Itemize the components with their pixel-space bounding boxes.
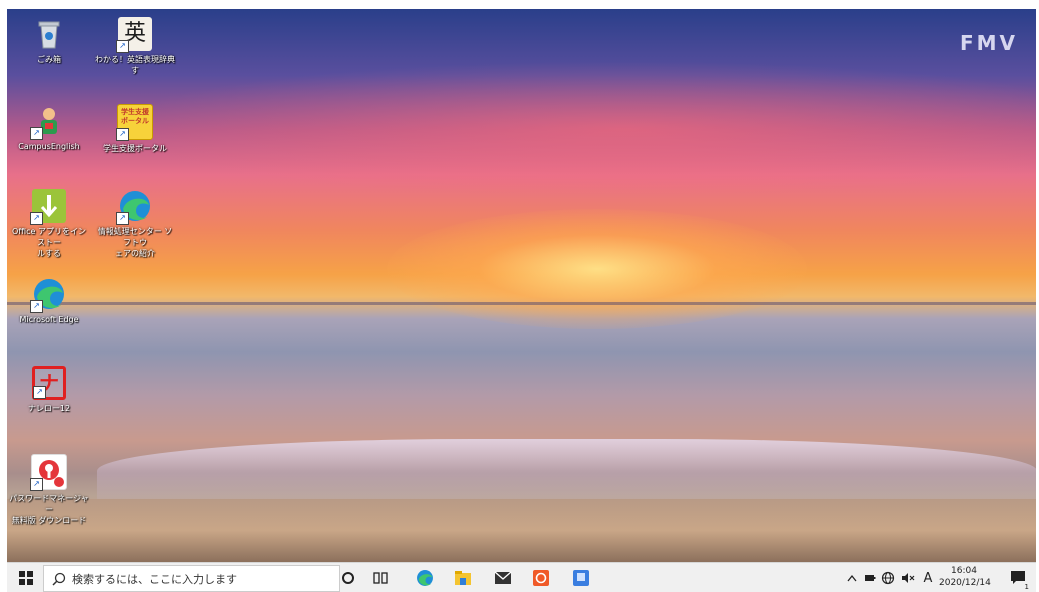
taskbar-mail-button[interactable] (491, 567, 515, 589)
microsoft-edge-icon (417, 570, 433, 586)
desktop-icon-label: Microsoft Edge (19, 315, 79, 324)
desktop-icon-label-line2: ェアの紹介 (115, 249, 155, 258)
shortcut-arrow-icon: ↗ (116, 212, 129, 225)
desktop-icon-office-install[interactable]: ↗ Office アプリをインストールする (9, 189, 89, 259)
network-button[interactable] (880, 567, 896, 589)
desktop-icon-label: ごみ箱 (37, 55, 61, 64)
desktop-icon-campus-english[interactable]: ↗ CampusEnglish (9, 104, 89, 152)
recycle-bin-icon (32, 17, 66, 51)
desktop-icon-label: パスワードマネージャー無料版 ダウンロード (9, 493, 89, 526)
shortcut-arrow-icon: ↗ (30, 212, 43, 225)
volume-button[interactable] (900, 567, 916, 589)
shortcut-arrow-icon: ↗ (30, 300, 43, 313)
wallpaper-sunset (387, 209, 807, 329)
search-icon (52, 572, 66, 586)
office-install-icon: ↗ (30, 189, 66, 225)
cortana-button[interactable] (337, 567, 359, 589)
cortana-circle-icon (342, 572, 354, 584)
taskbar-file-explorer-button[interactable] (451, 567, 475, 589)
desktop-icon-label-line2: す (131, 66, 139, 75)
desktop-icon-label: 学生支援ポータル (103, 144, 167, 153)
orange-app-icon (533, 570, 549, 586)
narero-icon: ナ ↗ (32, 366, 66, 400)
shortcut-arrow-icon: ↗ (30, 478, 43, 491)
taskbar-blue-app-button[interactable] (569, 567, 593, 589)
campus-english-icon: ↗ (30, 104, 66, 140)
file-explorer-icon (455, 571, 471, 585)
desktop-icon-label: Office アプリをインストールする (9, 226, 89, 259)
chevron-up-icon (847, 574, 857, 582)
english-dictionary-icon: 英 ↗ (116, 17, 152, 53)
clock-time: 16:04 (951, 566, 977, 576)
clock-date: 2020/12/14 (939, 578, 991, 588)
tray-device-button[interactable] (863, 567, 877, 589)
desktop: FMV ごみ箱 英 ↗ わかる！英語表現辞典す ↗ CampusEnglish … (7, 9, 1036, 562)
desktop-icon-label: 情報処理センター ソフトウェアの紹介 (95, 226, 175, 259)
wallpaper-sand (7, 499, 1036, 562)
taskbar-edge-button[interactable] (413, 567, 437, 589)
desktop-icon-label-line1: Office アプリをインストー (12, 227, 86, 247)
shortcut-arrow-icon: ↗ (33, 386, 46, 399)
shortcut-arrow-icon: ↗ (116, 40, 129, 53)
wallpaper-horizon (7, 302, 1036, 305)
desktop-icon-software-intro[interactable]: ↗ 情報処理センター ソフトウェアの紹介 (95, 189, 175, 259)
password-manager-icon: ↗ (30, 454, 67, 491)
show-hidden-icons-button[interactable] (845, 567, 859, 589)
shortcut-arrow-icon: ↗ (30, 127, 43, 140)
desktop-icon-narero[interactable]: ナ ↗ ナレロー12 (9, 366, 89, 414)
blue-app-icon (573, 570, 589, 586)
taskbar: 検索するには、ここに入力します A 16:04 2020/12/14 1 (7, 562, 1036, 592)
desktop-icon-label-line1: パスワードマネージャー (9, 494, 89, 514)
shortcut-arrow-icon: ↗ (116, 128, 129, 141)
mail-icon (494, 571, 512, 584)
start-button[interactable] (15, 567, 37, 589)
desktop-icon-english-dictionary[interactable]: 英 ↗ わかる！英語表現辞典す (95, 17, 175, 76)
edge-shortcut-icon: ↗ (116, 189, 152, 225)
windows-logo-icon (19, 571, 33, 585)
desktop-icon-student-portal[interactable]: 学生支援ポータル ↗ 学生支援ポータル (95, 104, 175, 154)
desktop-icon-recycle-bin[interactable]: ごみ箱 (9, 17, 89, 65)
battery-icon (865, 575, 876, 581)
desktop-icon-label-line2: 無料版 ダウンロード (11, 516, 87, 525)
desktop-icon-password-manager[interactable]: ↗ パスワードマネージャー無料版 ダウンロード (9, 454, 89, 526)
desktop-icon-label: CampusEnglish (18, 142, 80, 151)
microsoft-edge-icon: ↗ (30, 277, 66, 313)
student-portal-glyph: 学生支援ポータル (121, 108, 149, 125)
desktop-icon-label: わかる！英語表現辞典す (95, 54, 175, 76)
desktop-icon-label-line1: わかる！英語表現辞典 (95, 55, 175, 64)
desktop-icon-label: ナレロー12 (27, 404, 71, 413)
speaker-muted-icon (902, 573, 915, 583)
search-box[interactable]: 検索するには、ここに入力します (43, 565, 340, 592)
desktop-icon-label-line2: ルする (37, 249, 61, 258)
task-view-button[interactable] (369, 567, 393, 589)
desktop-icon-microsoft-edge[interactable]: ↗ Microsoft Edge (9, 277, 89, 325)
notification-count: 1 (1024, 583, 1029, 591)
task-view-icon (373, 572, 388, 584)
notification-center-button[interactable]: 1 (1007, 567, 1029, 591)
ime-mode-indicator[interactable]: A (921, 567, 935, 589)
taskbar-app-button[interactable] (529, 567, 553, 589)
student-portal-icon: 学生支援ポータル ↗ (116, 104, 153, 141)
globe-network-icon (881, 571, 895, 585)
brand-logo: FMV (959, 31, 1018, 55)
desktop-icon-label-line1: 情報処理センター ソフトウ (97, 227, 173, 247)
clock[interactable]: 16:04 2020/12/14 (939, 565, 991, 589)
search-placeholder: 検索するには、ここに入力します (72, 572, 237, 586)
